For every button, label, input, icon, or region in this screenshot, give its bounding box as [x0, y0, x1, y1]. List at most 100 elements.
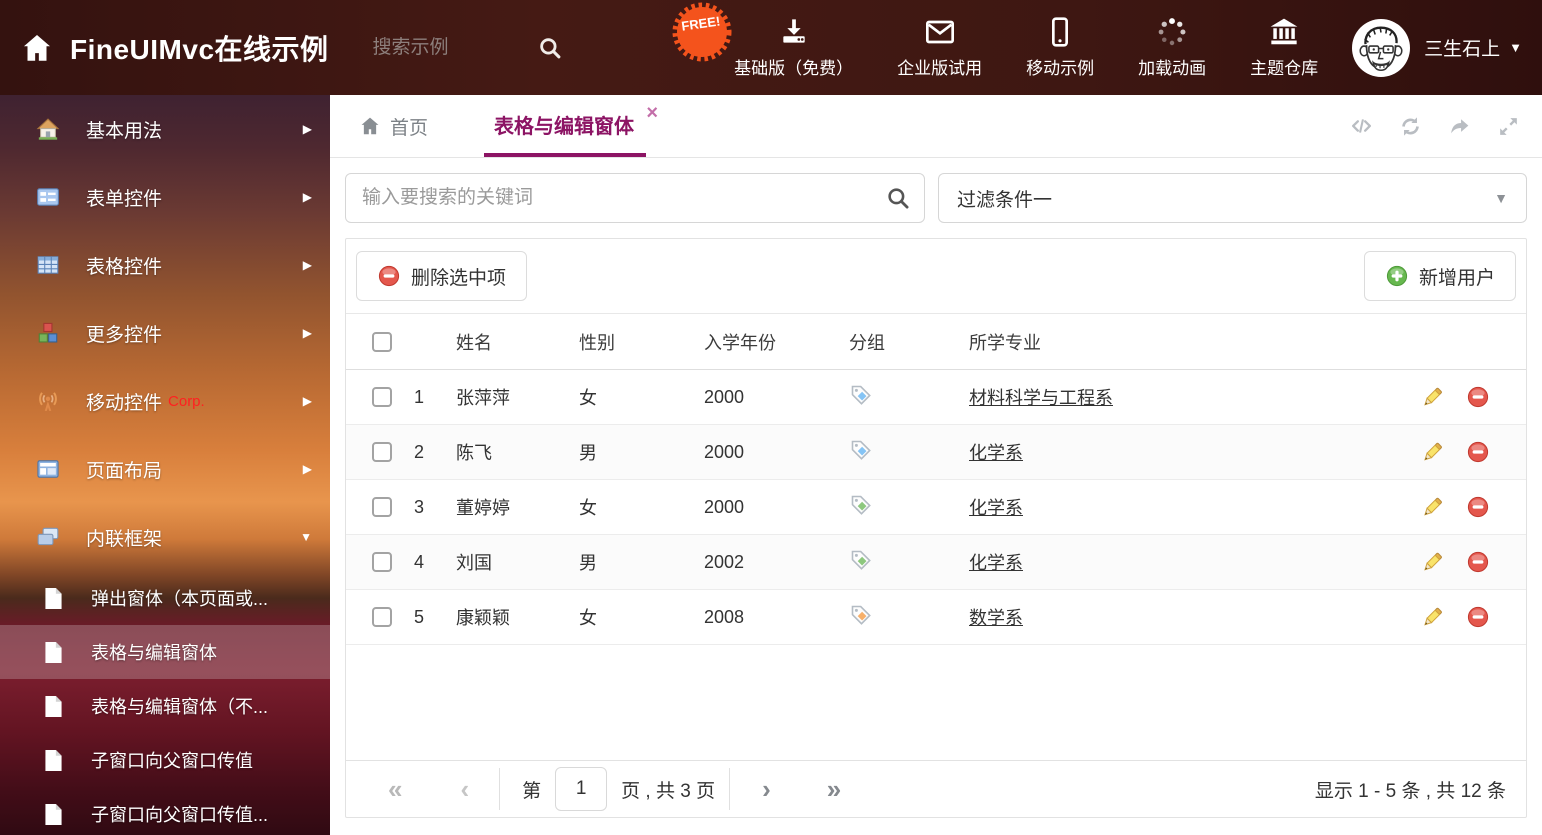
next-page-button[interactable]: ›	[762, 776, 771, 802]
chevron-down-icon: ▼	[1494, 190, 1508, 206]
pager-divider	[729, 768, 730, 810]
edit-pencil-icon[interactable]	[1420, 495, 1444, 519]
row-index: 3	[392, 497, 446, 518]
expand-icon[interactable]	[1496, 114, 1521, 139]
major-link[interactable]: 化学系	[969, 443, 1023, 463]
sidebar-subitem-grid-edit-window[interactable]: 表格与编辑窗体	[0, 625, 330, 679]
house-icon	[36, 117, 60, 141]
tag-icon	[849, 383, 873, 407]
sidebar-subitem-child-to-parent-2[interactable]: 子窗口向父窗口传值...	[0, 787, 330, 835]
table-row: 4 刘国 男 2002 化学系	[346, 535, 1526, 590]
prev-page-button[interactable]: ‹	[460, 776, 469, 802]
home-icon[interactable]	[20, 31, 54, 65]
nav-label: 企业版试用	[897, 54, 982, 79]
first-page-button[interactable]: «	[388, 776, 402, 802]
delete-row-icon[interactable]	[1466, 385, 1490, 409]
nav-item-mobile-demo[interactable]: 移动示例	[1026, 16, 1094, 79]
delete-row-icon[interactable]	[1466, 495, 1490, 519]
chevron-right-icon: ▶	[303, 326, 312, 340]
sidebar-item-iframe[interactable]: 内联框架 ▼	[0, 503, 330, 571]
nav-item-enterprise-trial[interactable]: 企业版试用	[897, 16, 982, 79]
select-all-checkbox[interactable]	[372, 332, 392, 352]
sidebar-subitem-grid-edit-window-2[interactable]: 表格与编辑窗体（不...	[0, 679, 330, 733]
major-link[interactable]: 化学系	[969, 498, 1023, 518]
search-icon[interactable]	[537, 35, 563, 61]
major-link[interactable]: 数学系	[969, 608, 1023, 628]
tag-icon	[849, 493, 873, 517]
row-index: 5	[392, 607, 446, 628]
sidebar-subitem-label: 子窗口向父窗口传值	[91, 747, 253, 773]
chevron-down-icon: ▼	[1509, 40, 1522, 55]
nav-label: 主题仓库	[1250, 54, 1318, 79]
major-link[interactable]: 材料科学与工程系	[969, 388, 1113, 408]
add-user-button[interactable]: 新增用户	[1364, 251, 1516, 301]
delete-row-icon[interactable]	[1466, 550, 1490, 574]
tab-bar: 首页 表格与编辑窗体 ×	[330, 95, 1542, 158]
sidebar-item-grid-controls[interactable]: 表格控件 ▶	[0, 231, 330, 299]
source-code-icon[interactable]	[1349, 114, 1374, 139]
tab-home[interactable]: 首页	[345, 95, 442, 157]
tab-grid-edit-window[interactable]: 表格与编辑窗体 ×	[484, 95, 646, 157]
corp-badge: Corp.	[168, 393, 205, 410]
edit-pencil-icon[interactable]	[1420, 385, 1444, 409]
major-link[interactable]: 化学系	[969, 553, 1023, 573]
row-checkbox[interactable]	[372, 607, 392, 627]
delete-selected-button[interactable]: 删除选中项	[356, 251, 527, 301]
row-checkbox[interactable]	[372, 442, 392, 462]
user-menu[interactable]: 三生石上 ▼	[1352, 19, 1522, 77]
chevron-right-icon: ▶	[303, 258, 312, 272]
sidebar-item-basic-usage[interactable]: 基本用法 ▶	[0, 95, 330, 163]
cell-name: 张萍萍	[446, 384, 571, 410]
form-icon	[36, 185, 60, 209]
refresh-icon[interactable]	[1398, 114, 1423, 139]
page-number-input[interactable]	[555, 767, 607, 811]
sidebar-item-mobile-controls[interactable]: 移动控件 Corp. ▶	[0, 367, 330, 435]
delete-row-icon[interactable]	[1466, 605, 1490, 629]
nav-item-theme-repo[interactable]: 主题仓库	[1250, 16, 1318, 79]
sidebar-subitem-label: 弹出窗体（本页面或...	[91, 585, 268, 611]
last-page-button[interactable]: »	[827, 776, 841, 802]
file-icon	[44, 587, 63, 610]
table-row: 2 陈飞 男 2000 化学系	[346, 425, 1526, 480]
table-icon	[36, 253, 60, 277]
close-icon[interactable]: ×	[646, 103, 658, 123]
sidebar-item-page-layout[interactable]: 页面布局 ▶	[0, 435, 330, 503]
search-icon[interactable]	[885, 185, 911, 211]
sidebar-item-form-controls[interactable]: 表单控件 ▶	[0, 163, 330, 231]
sidebar-subitem-popup-window[interactable]: 弹出窗体（本页面或...	[0, 571, 330, 625]
sidebar: 基本用法 ▶ 表单控件 ▶ 表格控件 ▶ 更多控件 ▶ 移动控件 Corp. ▶…	[0, 95, 330, 835]
chevron-down-icon: ▼	[300, 530, 312, 544]
chevron-right-icon: ▶	[303, 394, 312, 408]
cell-gender: 女	[571, 604, 696, 630]
cell-year: 2002	[696, 552, 841, 573]
avatar[interactable]	[1352, 19, 1410, 77]
record-summary: 显示 1 - 5 条 , 共 12 条	[1315, 776, 1506, 803]
nav-item-basic-free[interactable]: FREE! 基础版（免费）	[734, 16, 853, 79]
sidebar-subitem-label: 表格与编辑窗体	[91, 639, 217, 665]
sidebar-subitem-child-to-parent[interactable]: 子窗口向父窗口传值	[0, 733, 330, 787]
filter-dropdown[interactable]: 过滤条件一 ▼	[938, 173, 1527, 223]
chevron-right-icon: ▶	[303, 190, 312, 204]
filter-dropdown-value: 过滤条件一	[957, 185, 1494, 212]
delete-row-icon[interactable]	[1466, 440, 1490, 464]
bank-icon	[1268, 16, 1300, 48]
header-nav: FREE! 基础版（免费） 企业版试用 移动示例 加载动画 主题仓库	[734, 16, 1318, 79]
edit-pencil-icon[interactable]	[1420, 550, 1444, 574]
row-checkbox[interactable]	[372, 552, 392, 572]
sidebar-item-more-controls[interactable]: 更多控件 ▶	[0, 299, 330, 367]
keyword-search-input[interactable]	[345, 173, 925, 223]
sidebar-item-label: 表单控件	[86, 184, 303, 211]
row-checkbox[interactable]	[372, 387, 392, 407]
cell-gender: 男	[571, 549, 696, 575]
edit-pencil-icon[interactable]	[1420, 605, 1444, 629]
username[interactable]: 三生石上	[1424, 34, 1500, 61]
column-header-year: 入学年份	[696, 329, 841, 355]
header-search-input[interactable]	[373, 37, 523, 59]
delete-selected-label: 删除选中项	[411, 263, 506, 290]
nav-item-loading-animations[interactable]: 加载动画	[1138, 16, 1206, 79]
cell-name: 陈飞	[446, 439, 571, 465]
row-checkbox[interactable]	[372, 497, 392, 517]
open-in-new-icon[interactable]	[1447, 114, 1472, 139]
edit-pencil-icon[interactable]	[1420, 440, 1444, 464]
sidebar-item-label: 更多控件	[86, 320, 303, 347]
